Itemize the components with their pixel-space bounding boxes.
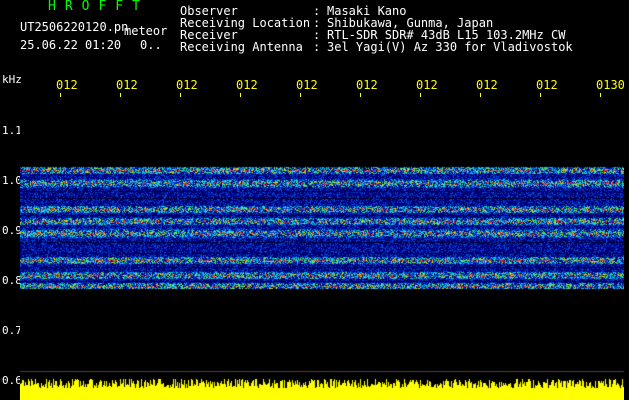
filename-tag: meteor: [124, 24, 168, 38]
freq-label: 0.6: [2, 374, 22, 387]
spectrogram: [20, 97, 624, 400]
datetime: 25.06.22 01:20: [20, 38, 122, 52]
time-tick-label: 012: [416, 78, 438, 92]
freq-label: 0.9: [2, 224, 22, 237]
freq-label: 1.0: [2, 174, 22, 187]
station-info: Observer: Masaki Kano Receiving Location:…: [180, 5, 573, 53]
time-tick-label: 012: [536, 78, 558, 92]
time-tick-label: 012: [236, 78, 258, 92]
time-tick-label: 012: [296, 78, 318, 92]
header: HROFFT UT2506220120.pn meteor 25.06.22 0…: [0, 0, 629, 78]
freq-label: 0.8: [2, 274, 22, 287]
freq-label: 0.7: [2, 324, 22, 337]
brand-title: HROFFT: [48, 0, 149, 14]
datetime-suffix: 0..: [140, 38, 162, 52]
filename: UT2506220120.pn: [20, 20, 129, 34]
time-tick-label: 012: [56, 78, 78, 92]
time-tick-label: 012: [476, 78, 498, 92]
time-tick-label: 012: [176, 78, 198, 92]
frequency-unit-label: kHz: [2, 73, 22, 86]
time-tick-label: 012: [116, 78, 138, 92]
spectrogram-canvas: [20, 97, 624, 400]
time-tick-label: 0130: [596, 78, 625, 92]
meta-antenna: Receiving Antenna:3el Yagi(V) Az 330 for…: [180, 40, 573, 54]
freq-label: 1.1: [2, 124, 22, 137]
time-tick-label: 012: [356, 78, 378, 92]
